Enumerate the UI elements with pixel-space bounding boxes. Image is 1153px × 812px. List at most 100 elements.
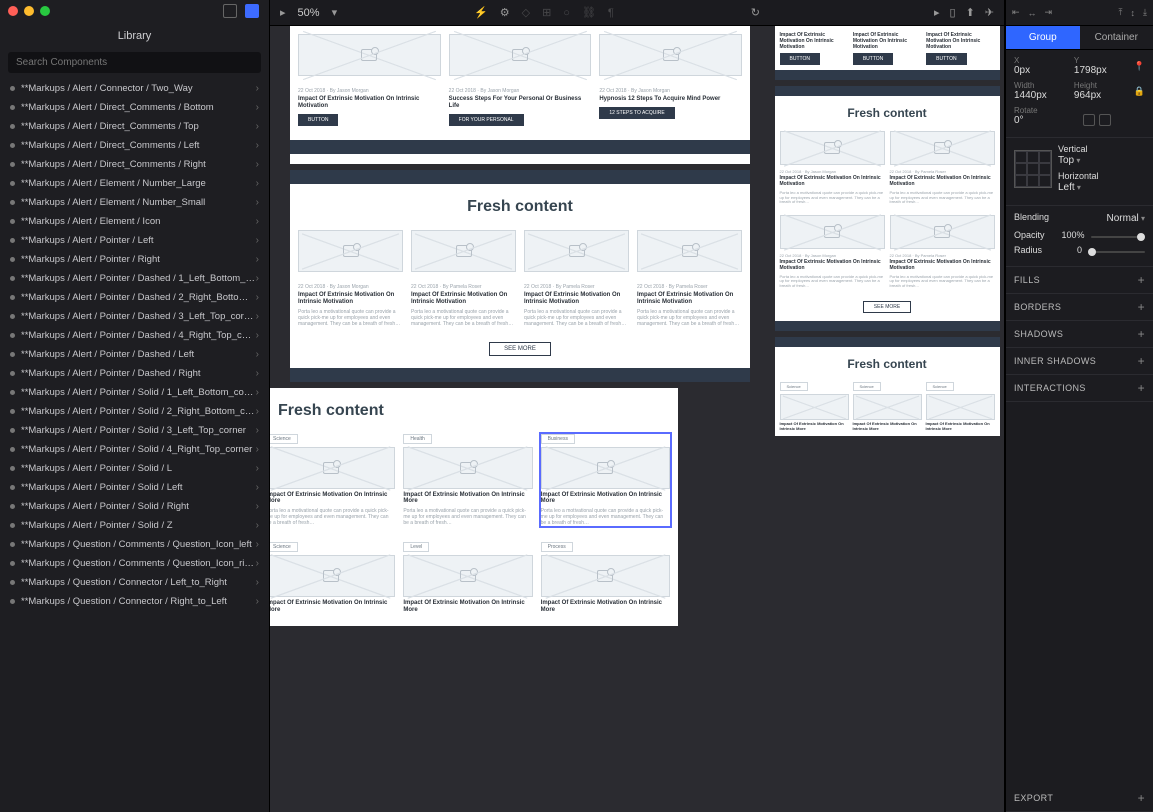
library-item[interactable]: **Markups / Alert / Pointer / Dashed / 4…: [0, 326, 269, 345]
play-icon[interactable]: ▸: [934, 6, 940, 19]
library-item-label: **Markups / Alert / Pointer / Right: [21, 254, 256, 265]
blending-dropdown[interactable]: Normal: [1107, 212, 1145, 225]
library-item-label: **Markups / Question / Comments / Questi…: [21, 558, 256, 569]
maximize-window-icon[interactable]: [40, 6, 50, 16]
library-item[interactable]: **Markups / Alert / Pointer / Solid / 2_…: [0, 402, 269, 421]
chevron-right-icon: ›: [256, 121, 259, 132]
add-border-icon[interactable]: +: [1138, 301, 1145, 313]
library-item[interactable]: **Markups / Alert / Pointer / Solid / 1_…: [0, 383, 269, 402]
library-item[interactable]: **Markups / Alert / Pointer / Dashed / 3…: [0, 307, 269, 326]
align-middle-icon[interactable]: ↕: [1131, 8, 1136, 18]
minimize-window-icon[interactable]: [24, 6, 34, 16]
radius-slider[interactable]: [1088, 251, 1145, 253]
text-tool-icon[interactable]: ¶: [608, 7, 614, 19]
library-item[interactable]: **Markups / Alert / Pointer / Solid / Z›: [0, 516, 269, 535]
vertical-dropdown[interactable]: Top: [1058, 154, 1145, 167]
library-item[interactable]: **Markups / Alert / Element / Number_Sma…: [0, 193, 269, 212]
library-item[interactable]: **Markups / Alert / Direct_Comments / Ri…: [0, 155, 269, 174]
pin-icon[interactable]: 📍: [1134, 61, 1145, 72]
library-item[interactable]: **Markups / Alert / Pointer / Solid / L›: [0, 459, 269, 478]
align-top-icon[interactable]: ⤒: [1119, 7, 1123, 18]
artboard-top[interactable]: 22 Oct 2018 · By Jason Morgan Impact Of …: [290, 26, 750, 164]
tab-container[interactable]: Container: [1080, 26, 1153, 49]
artboard-fresh-1[interactable]: Fresh content 22 Oct 2018 · By Jason Mor…: [290, 170, 750, 382]
align-center-icon[interactable]: ↔: [1028, 8, 1037, 18]
shape-tool-icon[interactable]: ○: [563, 7, 570, 19]
fills-section[interactable]: FILLS+: [1006, 267, 1153, 294]
width-input[interactable]: 1440px: [1014, 90, 1068, 101]
library-item[interactable]: **Markups / Alert / Pointer / Solid / Le…: [0, 478, 269, 497]
x-input[interactable]: 0px: [1014, 65, 1068, 76]
align-left-icon[interactable]: ⇤: [1012, 7, 1020, 18]
borders-section[interactable]: BORDERS+: [1006, 294, 1153, 321]
add-fill-icon[interactable]: +: [1138, 274, 1145, 286]
radius-input[interactable]: 0: [1048, 245, 1082, 255]
inner-shadows-section[interactable]: INNER SHADOWS+: [1006, 348, 1153, 375]
cloud-icon[interactable]: [223, 4, 237, 18]
opacity-slider[interactable]: [1091, 236, 1145, 238]
bolt-icon[interactable]: ⚡: [474, 6, 488, 19]
library-item[interactable]: **Markups / Question / Connector / Right…: [0, 592, 269, 611]
library-item[interactable]: **Markups / Question / Connector / Left_…: [0, 573, 269, 592]
tool-icon-2[interactable]: ⊞: [542, 6, 551, 19]
library-item[interactable]: **Markups / Alert / Pointer / Dashed / R…: [0, 364, 269, 383]
see-more-button[interactable]: SEE MORE: [489, 342, 551, 356]
search-input[interactable]: [8, 52, 261, 73]
mobile-icon[interactable]: ▯: [950, 6, 956, 19]
library-item[interactable]: **Markups / Question / Comments / Questi…: [0, 535, 269, 554]
add-export-icon[interactable]: +: [1138, 792, 1145, 804]
card-button[interactable]: BUTTON: [298, 114, 338, 126]
horizontal-dropdown[interactable]: Left: [1058, 181, 1145, 194]
publish-icon[interactable]: ✈: [985, 6, 994, 19]
height-input[interactable]: 964px: [1074, 90, 1128, 101]
card-button[interactable]: 12 STEPS TO ACQUIRE: [599, 107, 674, 119]
card-button[interactable]: FOR YOUR PERSONAL: [449, 114, 524, 126]
preview-canvas[interactable]: Impact Of Extrinsic Motivation On Intrin…: [770, 26, 1004, 812]
library-item[interactable]: **Markups / Alert / Pointer / Dashed / 2…: [0, 288, 269, 307]
library-item[interactable]: **Markups / Alert / Direct_Comments / To…: [0, 117, 269, 136]
lock-icon[interactable]: 🔒: [1134, 86, 1145, 97]
align-right-icon[interactable]: ⇥: [1045, 7, 1053, 18]
library-item[interactable]: **Markups / Alert / Pointer / Dashed / 1…: [0, 269, 269, 288]
add-interaction-icon[interactable]: +: [1138, 382, 1145, 394]
gear-icon[interactable]: ⚙: [500, 6, 510, 19]
zoom-dropdown[interactable]: 50%: [298, 7, 320, 19]
link-icon[interactable]: ⛓: [582, 6, 596, 19]
anchor-grid[interactable]: [1014, 150, 1052, 188]
library-item[interactable]: **Markups / Alert / Pointer / Right›: [0, 250, 269, 269]
window-controls: [8, 6, 50, 16]
library-item[interactable]: **Markups / Alert / Direct_Comments / Le…: [0, 136, 269, 155]
library-item[interactable]: **Markups / Alert / Pointer / Solid / 4_…: [0, 440, 269, 459]
artboard-fresh-2[interactable]: Fresh content ScienceImpact Of Extrinsic…: [270, 388, 678, 627]
canvas-viewport[interactable]: 22 Oct 2018 · By Jason Morgan Impact Of …: [270, 26, 770, 812]
selected-card[interactable]: BusinessImpact Of Extrinsic Motivation O…: [541, 434, 670, 527]
flip-h-icon[interactable]: [1083, 114, 1095, 126]
library-item[interactable]: **Markups / Alert / Pointer / Solid / Ri…: [0, 497, 269, 516]
shadows-section[interactable]: SHADOWS+: [1006, 321, 1153, 348]
library-item[interactable]: **Markups / Alert / Pointer / Solid / 3_…: [0, 421, 269, 440]
tool-icon-1[interactable]: ◇: [522, 6, 530, 19]
export-section[interactable]: EXPORT+: [1006, 785, 1153, 812]
library-item[interactable]: **Markups / Alert / Pointer / Left›: [0, 231, 269, 250]
refresh-icon[interactable]: ↻: [751, 6, 760, 19]
align-bottom-icon[interactable]: ⤓: [1143, 7, 1147, 18]
opacity-input[interactable]: 100%: [1051, 230, 1085, 240]
library-item[interactable]: **Markups / Question / Comments / Questi…: [0, 554, 269, 573]
tab-group[interactable]: Group: [1006, 26, 1080, 49]
pointer-tool-icon[interactable]: ▸: [280, 6, 286, 19]
flip-v-icon[interactable]: [1099, 114, 1111, 126]
library-item-label: **Markups / Alert / Pointer / Dashed / 3…: [21, 311, 256, 322]
close-window-icon[interactable]: [8, 6, 18, 16]
grid-view-icon[interactable]: [245, 4, 259, 18]
library-item[interactable]: **Markups / Alert / Element / Icon›: [0, 212, 269, 231]
y-input[interactable]: 1798px: [1074, 65, 1128, 76]
upload-icon[interactable]: ⬆: [966, 6, 975, 19]
library-item[interactable]: **Markups / Alert / Pointer / Dashed / L…: [0, 345, 269, 364]
library-item[interactable]: **Markups / Alert / Direct_Comments / Bo…: [0, 98, 269, 117]
library-item[interactable]: **Markups / Alert / Connector / Two_Way›: [0, 79, 269, 98]
rotate-input[interactable]: 0°: [1014, 115, 1077, 126]
add-shadow-icon[interactable]: +: [1138, 328, 1145, 340]
add-inner-shadow-icon[interactable]: +: [1138, 355, 1145, 367]
library-item[interactable]: **Markups / Alert / Element / Number_Lar…: [0, 174, 269, 193]
interactions-section[interactable]: INTERACTIONS+: [1006, 375, 1153, 402]
